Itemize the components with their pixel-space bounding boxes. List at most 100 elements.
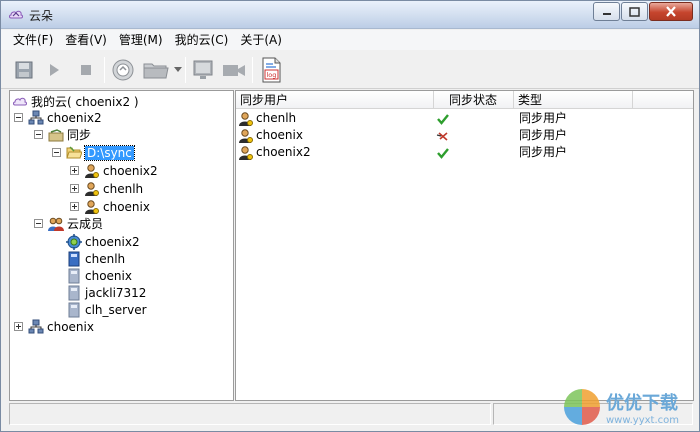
tree-node-label: choenix2 (85, 234, 140, 249)
cell-user-text: choenix2 (256, 145, 311, 159)
cloud-icon (13, 97, 27, 105)
expand-toggle[interactable] (70, 184, 79, 193)
close-icon (666, 6, 676, 17)
watermark-logo-icon (563, 389, 600, 425)
stop-icon (81, 65, 91, 75)
monitor-button[interactable] (189, 55, 217, 85)
app-window: 云朵 文件(F) 查看(V) 管理(M) 我的云(C) 关于(A) log 我的… (0, 0, 700, 432)
gear-icon (66, 233, 82, 250)
cell-status (436, 127, 450, 144)
network-computer-icon (28, 110, 44, 124)
user-icon (85, 199, 99, 214)
cell-status (436, 110, 450, 127)
cell-type: 同步用户 (519, 145, 568, 159)
cell-status (436, 144, 450, 161)
computer-online-icon (68, 251, 80, 266)
table-row[interactable]: choenix2 同步用户 (236, 144, 693, 161)
status-panel-main (9, 403, 491, 425)
minimize-button[interactable] (593, 2, 620, 21)
check-icon (437, 113, 449, 125)
group-icon (48, 217, 64, 231)
log-icon: log (262, 57, 281, 83)
table-row[interactable]: chenlh 同步用户 (236, 110, 693, 127)
tree-node-member[interactable]: clh_server (66, 301, 147, 318)
save-button[interactable] (11, 55, 37, 85)
tree-node-sync-folder[interactable]: D:\sync (66, 144, 135, 161)
folder-button[interactable] (141, 55, 171, 85)
tree-node-label: chenlh (85, 251, 126, 266)
tree-node-label: jackli7312 (85, 285, 147, 300)
tree-root-label: 我的云( choenix2 ) (31, 95, 139, 109)
log-button[interactable]: log (257, 55, 285, 85)
column-header-filler (633, 91, 693, 109)
tree-node-member[interactable]: chenlh (66, 250, 125, 267)
sync-user-list[interactable]: 同步用户 同步状态 类型 chenlh 同步用户 choenix 同步用户 ch… (235, 90, 694, 401)
minimize-icon (602, 12, 611, 15)
watermark-url: www.yyxt.com (605, 414, 679, 426)
column-header-type[interactable]: 类型 (514, 91, 633, 109)
computer-offline-icon (68, 268, 80, 283)
expand-toggle[interactable] (14, 322, 23, 331)
cloud-icon (112, 59, 134, 81)
tree-root[interactable]: 我的云( choenix2 ) (12, 93, 139, 110)
collapse-toggle[interactable] (14, 113, 23, 122)
user-icon (85, 163, 99, 178)
expand-toggle[interactable] (70, 166, 79, 175)
tree-node-label: choenix (85, 268, 132, 283)
tree-node-member[interactable]: choenix (66, 267, 132, 284)
maximize-button[interactable] (621, 2, 648, 21)
cell-type: 同步用户 (519, 128, 568, 142)
menu-view[interactable]: 查看(V) (59, 30, 113, 50)
cloud-tree[interactable]: 我的云( choenix2 ) choenix2 同步 D:\sync choe… (9, 90, 234, 401)
play-button[interactable] (41, 55, 67, 85)
tree-node-member[interactable]: choenix2 (66, 233, 140, 250)
collapse-toggle[interactable] (52, 148, 61, 157)
close-button[interactable] (649, 2, 693, 21)
tree-node-member[interactable]: jackli7312 (66, 284, 146, 301)
monitor-icon (193, 60, 213, 79)
title-bar[interactable]: 云朵 (1, 1, 699, 29)
menu-manage[interactable]: 管理(M) (113, 30, 169, 50)
toolbar: log (1, 51, 699, 89)
camera-button[interactable] (220, 55, 248, 85)
expand-toggle[interactable] (70, 202, 79, 211)
tree-node-sync[interactable]: 同步 (48, 126, 91, 143)
table-row[interactable]: choenix 同步用户 (236, 127, 693, 144)
user-icon (239, 111, 253, 126)
tree-node-sync-user[interactable]: choenix2 (84, 162, 158, 179)
tree-node-choenix2[interactable]: choenix2 (28, 109, 102, 126)
user-icon (239, 145, 253, 160)
maximize-icon (629, 6, 640, 17)
toolbar-separator (252, 57, 253, 83)
tree-node-sync-user[interactable]: choenix (84, 198, 150, 215)
list-header: 同步用户 同步状态 类型 (236, 91, 693, 109)
user-icon (85, 181, 99, 196)
tree-node-label: choenix (47, 319, 94, 334)
folder-dropdown-button[interactable] (172, 55, 184, 85)
toolbar-separator (185, 57, 186, 83)
menu-file[interactable]: 文件(F) (7, 30, 59, 50)
collapse-toggle[interactable] (34, 130, 43, 139)
chevron-down-icon (174, 67, 182, 72)
watermark-text-group: 优优下载 www.yyxt.com (606, 389, 679, 426)
save-icon (15, 61, 33, 79)
column-header-sync-status[interactable]: 同步状态 (434, 91, 514, 109)
tree-node-label: choenix2 (103, 163, 158, 178)
tree-node-members[interactable]: 云成员 (48, 215, 103, 232)
menu-about[interactable]: 关于(A) (234, 30, 288, 50)
stop-button[interactable] (73, 55, 99, 85)
collapse-toggle[interactable] (34, 219, 43, 228)
computer-offline-icon (68, 302, 80, 317)
cloud-button[interactable] (109, 55, 137, 85)
error-x-icon (436, 131, 448, 141)
tree-node-sync-user[interactable]: chenlh (84, 180, 143, 197)
tree-node-choenix[interactable]: choenix (28, 318, 94, 335)
menu-bar: 文件(F) 查看(V) 管理(M) 我的云(C) 关于(A) (1, 30, 699, 50)
tree-node-label: choenix2 (47, 110, 102, 125)
column-header-sync-user[interactable]: 同步用户 (236, 91, 434, 109)
tree-node-label: chenlh (103, 181, 144, 196)
menu-my-cloud[interactable]: 我的云(C) (169, 30, 235, 50)
user-icon (239, 128, 253, 143)
cloud-app-icon (9, 10, 23, 19)
network-computer-icon (28, 319, 44, 333)
